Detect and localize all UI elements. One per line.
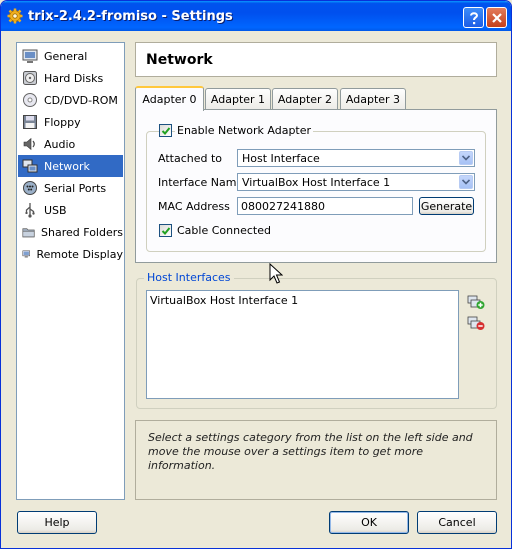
gear-icon (7, 8, 23, 24)
interface-name-label: Interface Name (158, 176, 244, 189)
tab-label: Adapter 0 (142, 93, 197, 106)
list-item[interactable]: VirtualBox Host Interface 1 (150, 294, 298, 307)
serial-port-icon (23, 181, 37, 195)
chevron-down-icon (462, 179, 470, 185)
info-panel: Select a settings category from the list… (135, 420, 497, 500)
help-button-label: Help (44, 516, 70, 529)
enable-adapter-label: Enable Network Adapter (175, 124, 314, 137)
sidebar-item-label: General (44, 49, 88, 63)
network-icon (22, 159, 38, 173)
attached-to-value: Host Interface (242, 152, 320, 165)
tab-label: Adapter 1 (210, 93, 266, 106)
sidebar-item-network[interactable]: Network (18, 155, 123, 177)
title-bar[interactable]: trix-2.4.2-fromiso - Settings (1, 1, 511, 31)
sidebar-item-label: Hard Disks (44, 71, 104, 85)
cable-connected-label: Cable Connected (175, 224, 273, 237)
interface-name-select[interactable]: VirtualBox Host Interface 1 (237, 173, 475, 191)
tab-label: Adapter 2 (277, 93, 333, 106)
close-icon (491, 12, 502, 23)
tab-label: Adapter 3 (345, 93, 401, 106)
sidebar-item-hard-disks[interactable]: Hard Disks (18, 67, 123, 89)
sidebar-item-audio[interactable]: Audio (18, 133, 123, 155)
remote-display-icon (22, 250, 30, 258)
sidebar-item-cd-dvd-rom[interactable]: CD/DVD-ROM (18, 89, 123, 111)
mouse-cursor-icon (269, 263, 283, 284)
help-title-button[interactable] (463, 7, 484, 28)
sidebar-item-label: Network (44, 159, 90, 173)
hard-disk-icon (23, 71, 37, 85)
sidebar-item-label: USB (44, 203, 67, 217)
add-host-interface-icon[interactable] (467, 294, 485, 310)
close-window-button[interactable] (486, 7, 507, 28)
checkmark-icon (161, 227, 171, 235)
tab-adapter-3[interactable]: Adapter 3 (340, 88, 406, 110)
shared-folders-icon (22, 228, 35, 238)
page-header: Network (135, 42, 497, 77)
sidebar-item-remote-display[interactable]: Remote Display (18, 243, 123, 265)
sidebar-item-label: Audio (44, 137, 76, 151)
dropdown-button[interactable] (459, 175, 473, 189)
settings-window: trix-2.4.2-fromiso - Settings General Ha… (0, 0, 512, 549)
remove-host-interface-icon[interactable] (467, 315, 485, 331)
mac-address-input[interactable] (237, 197, 413, 215)
general-icon (22, 49, 38, 63)
window-title: trix-2.4.2-fromiso - Settings (28, 9, 233, 24)
sidebar-item-label: CD/DVD-ROM (44, 93, 118, 107)
info-text: Select a settings category from the list… (148, 431, 473, 472)
cancel-button-label: Cancel (438, 516, 476, 529)
sidebar-item-floppy[interactable]: Floppy (18, 111, 123, 133)
generate-button-label: Generate (420, 199, 473, 213)
cable-connected-checkbox[interactable] (159, 224, 172, 237)
usb-icon (25, 203, 35, 218)
host-interfaces-list[interactable]: VirtualBox Host Interface 1 (146, 290, 459, 399)
dropdown-button[interactable] (459, 151, 473, 165)
sidebar-item-serial-ports[interactable]: Serial Ports (18, 177, 123, 199)
cancel-button[interactable]: Cancel (417, 511, 497, 534)
settings-category-list[interactable]: General Hard Disks CD/DVD-ROM Floppy Aud… (16, 42, 125, 500)
tab-adapter-0[interactable]: Adapter 0 (135, 86, 204, 111)
cd-dvd-icon (23, 93, 37, 107)
chevron-down-icon (462, 155, 470, 161)
sidebar-item-usb[interactable]: USB (18, 199, 123, 221)
generate-button[interactable]: Generate (419, 197, 474, 215)
interface-name-value: VirtualBox Host Interface 1 (242, 176, 391, 189)
sidebar-item-label: Shared Folders (41, 225, 123, 239)
mac-address-label: MAC Address (158, 200, 230, 213)
tab-adapter-1[interactable]: Adapter 1 (205, 88, 271, 110)
question-mark-icon (469, 11, 478, 24)
attached-to-label: Attached to (158, 152, 223, 165)
sidebar-item-label: Remote Display (36, 247, 124, 261)
sidebar-item-label: Floppy (44, 115, 81, 129)
page-title: Network (146, 52, 213, 68)
attached-to-select[interactable]: Host Interface (237, 149, 475, 167)
sidebar-item-general[interactable]: General (18, 45, 123, 67)
ok-button-label: OK (361, 516, 377, 529)
sidebar-item-shared-folders[interactable]: Shared Folders (18, 221, 123, 243)
enable-adapter-checkbox[interactable] (159, 124, 172, 137)
floppy-icon (23, 115, 37, 129)
sidebar-item-label: Serial Ports (44, 181, 107, 195)
ok-button[interactable]: OK (329, 511, 409, 534)
host-interfaces-title: Host Interfaces (144, 271, 234, 284)
help-button[interactable]: Help (17, 511, 97, 534)
tab-adapter-2[interactable]: Adapter 2 (272, 88, 338, 110)
audio-icon (23, 137, 35, 151)
checkmark-icon (161, 127, 171, 135)
